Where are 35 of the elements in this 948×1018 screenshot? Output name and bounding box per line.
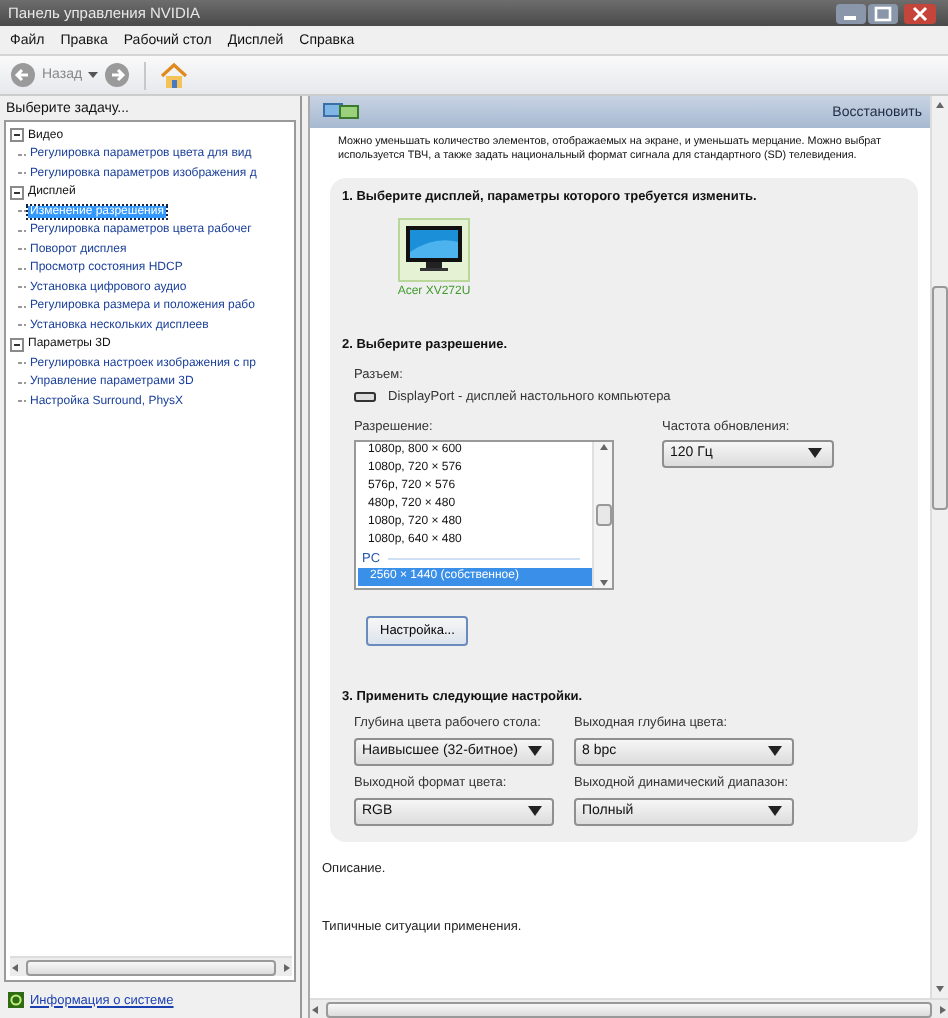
- scroll-up-icon[interactable]: [597, 441, 609, 454]
- scroll-down-icon[interactable]: [934, 982, 946, 994]
- scroll-left-icon[interactable]: [10, 961, 22, 973]
- connector-icon: [354, 391, 376, 402]
- scroll-thumb[interactable]: [326, 1001, 932, 1017]
- dropdown-arrow-icon[interactable]: [88, 72, 99, 78]
- dropdown-arrow-icon: [768, 806, 782, 817]
- expander-icon[interactable]: [10, 337, 24, 352]
- expander-icon[interactable]: [10, 128, 24, 143]
- forward-arrow-icon[interactable]: [104, 62, 131, 88]
- dropdown-arrow-icon: [808, 448, 822, 459]
- monitor-icon[interactable]: [398, 217, 470, 282]
- vertical-scrollbar[interactable]: [930, 96, 948, 998]
- home-icon[interactable]: [160, 61, 189, 89]
- scroll-up-icon[interactable]: [934, 100, 946, 112]
- expander-icon[interactable]: [10, 185, 24, 200]
- close-button[interactable]: [900, 3, 940, 23]
- scroll-right-icon[interactable]: [280, 961, 292, 973]
- horizontal-scrollbar[interactable]: [10, 956, 292, 976]
- display-icon: [322, 102, 362, 122]
- horizontal-scrollbar[interactable]: [310, 998, 948, 1018]
- info-icon: [8, 992, 24, 1008]
- scroll-thumb[interactable]: [595, 503, 611, 526]
- scroll-thumb[interactable]: [26, 959, 276, 975]
- minimize-button[interactable]: [836, 3, 866, 23]
- scroll-left-icon[interactable]: [310, 1003, 322, 1015]
- dropdown-arrow-icon: [768, 746, 782, 757]
- scroll-thumb[interactable]: [932, 285, 948, 509]
- maximize-button[interactable]: [868, 3, 898, 23]
- scroll-down-icon[interactable]: [597, 575, 609, 588]
- dropdown-arrow-icon: [528, 746, 542, 757]
- dropdown-arrow-icon: [528, 806, 542, 817]
- scroll-right-icon[interactable]: [936, 1003, 948, 1015]
- vertical-scrollbar[interactable]: [592, 441, 612, 588]
- back-arrow-icon[interactable]: [10, 62, 36, 88]
